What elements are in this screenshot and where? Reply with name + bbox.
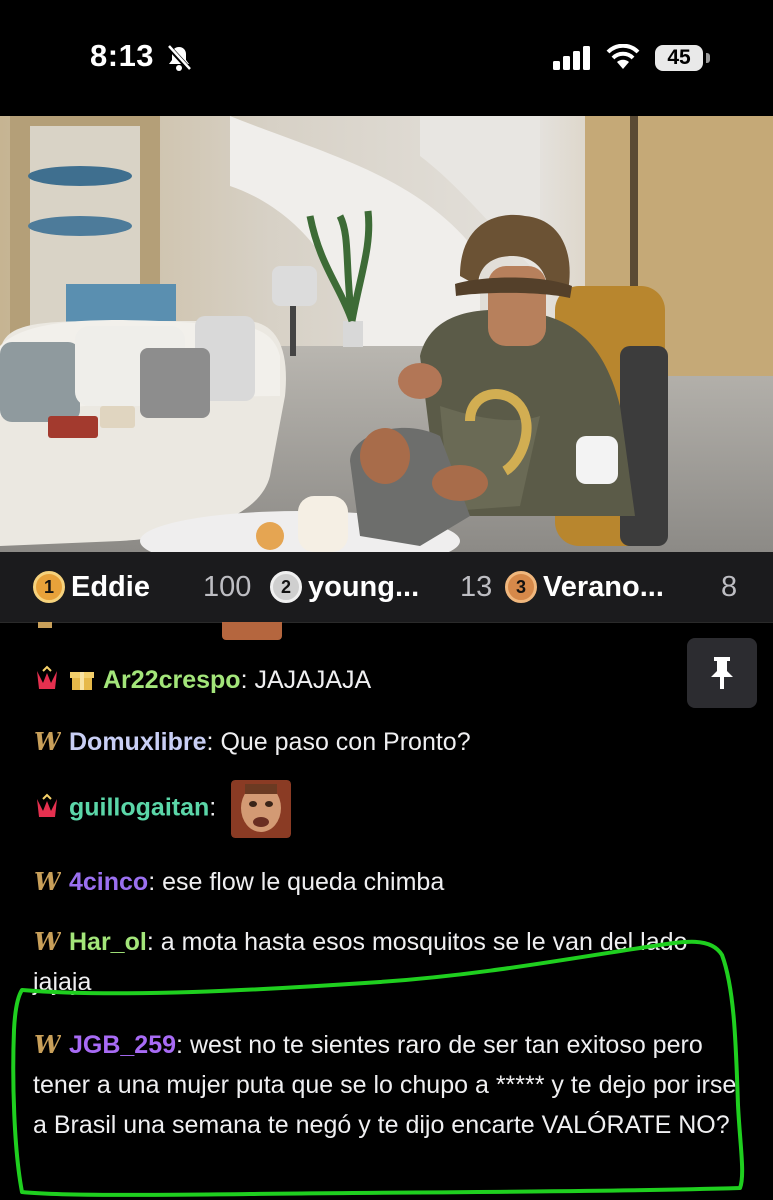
battery-cap [706,53,710,63]
chat-message: guillogaitan: [33,780,748,838]
leaderboard-score: 100 [203,571,252,603]
leaderboard-score: 8 [721,571,738,603]
chat-message: Ar22crespo: JAJAJAJA [33,660,748,700]
vip-crown-badge-icon [37,793,57,817]
w-badge-icon: W [34,868,61,894]
leaderboard-entry-1[interactable]: 1 Eddie [33,570,150,604]
clock: 8:13 [90,38,155,73]
w-badge-icon: W [34,728,61,754]
leaderboard-entry-2[interactable]: 2 young... [270,570,419,604]
chat-username[interactable]: JGB_259 [69,1031,176,1059]
leaderboard-score: 13 [460,571,493,603]
chat-separator: : [209,793,217,822]
pin-button[interactable] [687,638,757,708]
chat-message: W Domuxlibre: Que paso con Pronto? [33,722,748,762]
leaderboard-name: young... [308,570,420,603]
chat-username[interactable]: 4cinco [69,868,148,896]
bell-muted-icon [166,44,192,72]
chat-separator: : [146,928,161,956]
svg-text:W: W [34,928,61,954]
stream-video[interactable] [0,116,773,552]
medal-1-icon: 1 [33,571,65,603]
battery-icon: 45 [655,45,703,71]
chat-text: Que paso con Pronto? [220,728,471,756]
svg-text:W: W [34,728,61,754]
chat-username[interactable]: guillogaitan [69,794,209,822]
medal-rank: 2 [280,576,291,597]
chat-username[interactable]: Har_ol [69,928,147,956]
chat-separator: : [176,1031,190,1059]
gift-badge-icon [70,672,94,691]
w-badge-icon: W [34,928,61,954]
face-emote [231,780,292,838]
chat-text: JAJAJAJA [254,666,372,694]
video-frame [0,116,773,552]
chat-separator: : [206,728,221,756]
svg-text:W: W [34,1031,61,1057]
chat-separator: : [240,666,255,694]
leaderboard-name: Eddie [71,570,150,603]
medal-3-icon: 3 [505,571,537,603]
medal-rank: 3 [515,576,526,597]
signal-icon [553,46,590,70]
chat-text: ese flow le queda chimba [162,868,445,896]
leaderboard-entry-3[interactable]: 3 Verano... [505,570,664,604]
chat-message: W 4cinco: ese flow le queda chimba [33,862,748,902]
wifi-icon [606,44,640,69]
svg-text:W: W [34,868,61,894]
chat-separator: : [148,868,163,896]
pin-icon [711,657,733,689]
chat-message: W JGB_259: west no te sientes raro de se… [33,1025,748,1145]
chat-message: W Har_ol: a mota hasta esos mosquitos se… [33,922,748,1002]
vip-crown-badge-icon [37,665,57,690]
medal-2-icon: 2 [270,571,302,603]
w-badge-icon: W [34,1031,61,1057]
leaderboard-name: Verano... [543,570,664,603]
badge-partial [38,622,52,628]
chat-username[interactable]: Ar22crespo [103,666,241,694]
emote-partial [222,622,282,640]
status-bar: 8:13 45 [0,0,773,116]
gift-leaderboard: 1 Eddie 100 2 young... 13 3 Verano... 8 [0,552,773,623]
medal-rank: 1 [43,576,54,597]
chat-username[interactable]: Domuxlibre [69,728,207,756]
